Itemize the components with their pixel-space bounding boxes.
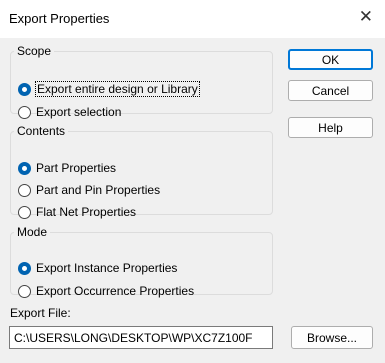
radio-export-entire-design[interactable]: Export entire design or Library: [18, 81, 200, 97]
ok-button[interactable]: OK: [288, 49, 373, 70]
help-button[interactable]: Help: [288, 117, 373, 138]
radio-export-instance-properties[interactable]: Export Instance Properties: [18, 260, 177, 276]
radio-unselected-icon: [18, 105, 31, 119]
radio-selected-icon: [18, 161, 31, 175]
title-bar: Export Properties ✕: [0, 0, 385, 38]
radio-export-selection[interactable]: Export selection: [18, 104, 121, 120]
radio-label: Export entire design or Library: [35, 81, 200, 97]
radio-unselected-icon: [18, 205, 31, 219]
scope-legend: Scope: [17, 44, 52, 58]
scope-group: Scope Export entire design or Library Ex…: [10, 44, 273, 119]
cancel-button[interactable]: Cancel: [288, 80, 373, 101]
radio-label: Part Properties: [36, 161, 117, 175]
radio-unselected-icon: [18, 284, 31, 298]
dialog-title: Export Properties: [9, 11, 110, 26]
contents-group: Contents Part Properties Part and Pin Pr…: [10, 124, 273, 219]
radio-part-and-pin-properties[interactable]: Part and Pin Properties: [18, 182, 160, 198]
close-icon[interactable]: ✕: [359, 7, 373, 27]
export-file-input[interactable]: [9, 326, 273, 349]
radio-flat-net-properties[interactable]: Flat Net Properties: [18, 204, 136, 220]
radio-selected-icon: [18, 82, 31, 96]
radio-part-properties[interactable]: Part Properties: [18, 160, 116, 176]
mode-legend: Mode: [17, 225, 48, 239]
radio-label: Part and Pin Properties: [36, 183, 161, 197]
mode-group: Mode Export Instance Properties Export O…: [10, 225, 273, 298]
radio-label: Export selection: [36, 105, 122, 119]
browse-button[interactable]: Browse...: [291, 326, 373, 349]
contents-legend: Contents: [17, 124, 66, 138]
export-properties-dialog: Export Properties ✕ Scope Export entire …: [0, 0, 385, 363]
export-file-label: Export File:: [10, 306, 71, 320]
radio-selected-icon: [18, 261, 31, 275]
radio-unselected-icon: [18, 183, 31, 197]
radio-label: Flat Net Properties: [36, 205, 137, 219]
radio-export-occurrence-properties[interactable]: Export Occurrence Properties: [18, 283, 194, 299]
radio-label: Export Occurrence Properties: [36, 284, 195, 298]
radio-label: Export Instance Properties: [36, 261, 178, 275]
